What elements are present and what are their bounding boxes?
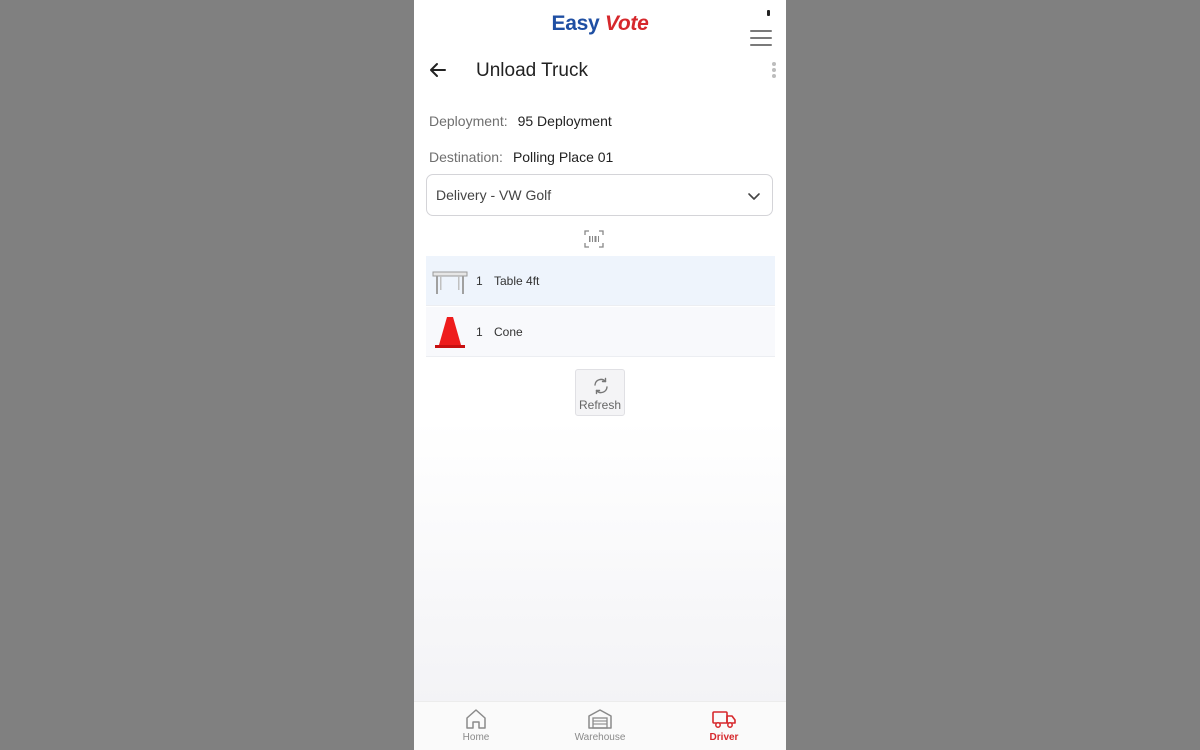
chevron-down-icon (748, 193, 760, 200)
bottom-navigation: Home Warehouse Driver (414, 701, 786, 750)
item-quantity: 1 (476, 325, 483, 339)
background (414, 420, 786, 702)
nav-driver-label: Driver (709, 732, 739, 743)
item-name: Cone (494, 325, 523, 339)
item-name: Table 4ft (494, 274, 540, 288)
refresh-button[interactable]: Refresh (575, 369, 625, 416)
logo-text-vote: Vote (604, 12, 649, 35)
nav-home-label: Home (462, 732, 490, 743)
nav-home[interactable]: Home (431, 708, 521, 743)
app-logo: Easy Vote (414, 12, 786, 36)
refresh-label: Refresh (578, 398, 622, 412)
table-icon (432, 271, 468, 294)
destination-row: Destination: Polling Place 01 (429, 149, 613, 165)
truck-icon (712, 711, 736, 728)
phone-screen: Easy Vote Unload Truck Deployment: 95 Dep… (414, 0, 786, 750)
more-options-icon[interactable] (772, 62, 776, 80)
page-header: Unload Truck (414, 54, 786, 88)
vehicle-select[interactable]: Delivery - VW Golf (426, 174, 773, 216)
nav-driver[interactable]: Driver (679, 708, 769, 743)
refresh-icon (594, 377, 608, 395)
home-icon (466, 709, 486, 729)
hamburger-menu-icon[interactable] (750, 30, 772, 47)
deployment-value: 95 Deployment (517, 113, 612, 129)
logo-text-easy: Easy (551, 12, 600, 35)
back-arrow-icon[interactable] (426, 58, 450, 82)
warehouse-icon (588, 709, 612, 729)
deployment-row: Deployment: 95 Deployment (429, 113, 612, 129)
destination-label: Destination: (429, 149, 503, 165)
barcode-scan-icon[interactable] (584, 230, 604, 248)
page-title: Unload Truck (476, 60, 588, 81)
deployment-label: Deployment: (429, 113, 508, 129)
destination-value: Polling Place 01 (512, 149, 614, 165)
list-item[interactable]: 1 Cone (426, 307, 775, 357)
nav-warehouse[interactable]: Warehouse (555, 708, 645, 743)
vehicle-select-value: Delivery - VW Golf (436, 187, 552, 203)
cone-icon (435, 317, 465, 348)
list-item[interactable]: 1 Table 4ft (426, 256, 775, 306)
item-quantity: 1 (476, 274, 483, 288)
nav-warehouse-label: Warehouse (574, 732, 626, 743)
